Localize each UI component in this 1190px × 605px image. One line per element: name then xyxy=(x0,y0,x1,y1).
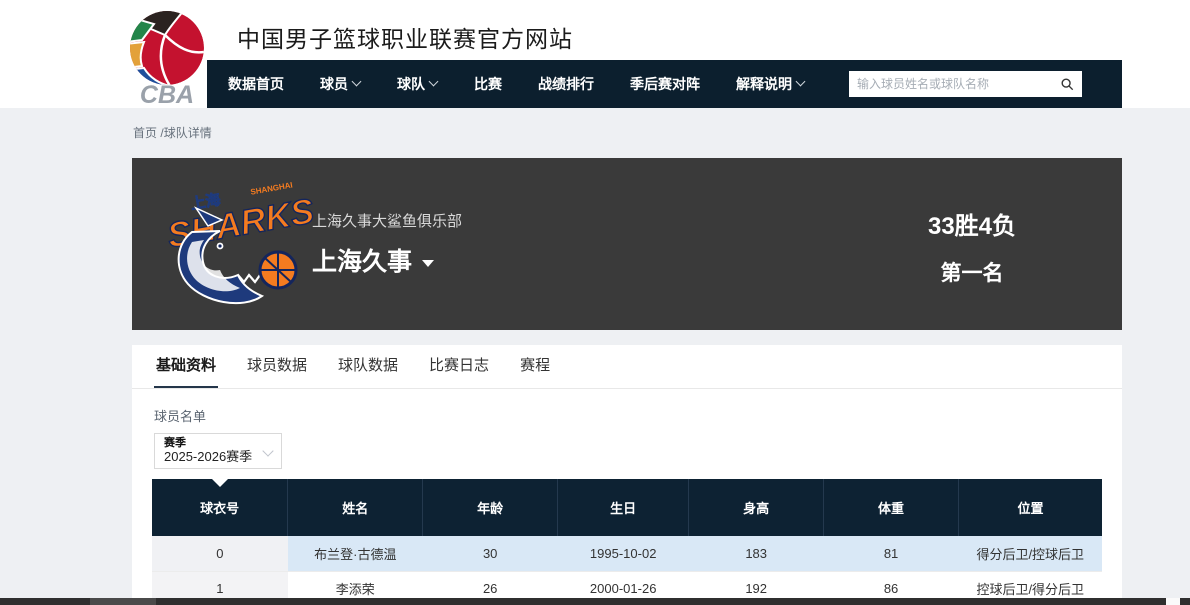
sharks-logo-en-text: SHANGHAI xyxy=(250,180,294,196)
table-row[interactable]: 0 布兰登·古德温 30 1995-10-02 183 81 得分后卫/控球后卫 xyxy=(152,536,1102,571)
horizontal-scrollbar[interactable] xyxy=(0,598,1190,605)
nav-item-teams[interactable]: 球队 xyxy=(382,74,453,94)
chevron-down-icon xyxy=(430,78,438,86)
cell-jersey: 0 xyxy=(152,536,288,571)
caret-down-icon xyxy=(422,260,434,267)
chevron-down-icon xyxy=(797,78,805,86)
breadcrumb-home[interactable]: 首页 xyxy=(133,126,157,140)
cell-age: 30 xyxy=(423,536,558,571)
col-header-birthday[interactable]: 生日 xyxy=(558,479,689,536)
nav-item-label: 数据首页 xyxy=(228,74,284,94)
tab-player-stats[interactable]: 球员数据 xyxy=(245,354,309,388)
breadcrumb-current: 球队详情 xyxy=(164,126,212,140)
season-select-label: 赛季 xyxy=(164,437,272,449)
cell-birthday: 1995-10-02 xyxy=(558,536,689,571)
sort-indicator-icon xyxy=(212,479,228,487)
nav-item-games[interactable]: 比赛 xyxy=(459,74,517,94)
nav-item-label: 季后赛对阵 xyxy=(630,74,700,94)
tab-bar: 基础资料 球员数据 球队数据 比赛日志 赛程 xyxy=(132,345,1122,389)
nav-item-label: 战绩排行 xyxy=(538,74,594,94)
cba-logo-text: CBA xyxy=(140,81,194,106)
tab-team-stats[interactable]: 球队数据 xyxy=(336,354,400,388)
nav-item-standings[interactable]: 战绩排行 xyxy=(523,74,609,94)
content-card: 基础资料 球员数据 球队数据 比赛日志 赛程 球员名单 赛季 2025-2026… xyxy=(132,345,1122,605)
roster-table-wrap: 球衣号 姓名 年龄 生日 身高 体重 位置 0 布兰登·古德温 30 1995-… xyxy=(152,479,1102,605)
site-title: 中国男子篮球职业联赛官方网站 xyxy=(237,20,573,54)
team-banner: 上海 SHANGHAI SHARKS 上海久事大鲨鱼俱乐部 上海久事 33胜4负… xyxy=(132,158,1122,330)
team-name-dropdown[interactable]: 上海久事 xyxy=(312,242,434,278)
col-header-name[interactable]: 姓名 xyxy=(288,479,423,536)
table-header-row: 球衣号 姓名 年龄 生日 身高 体重 位置 xyxy=(152,479,1102,536)
nav-item-players[interactable]: 球员 xyxy=(305,74,376,94)
col-header-jersey[interactable]: 球衣号 xyxy=(152,479,288,536)
nav-item-label: 球员 xyxy=(320,74,348,94)
tab-schedule[interactable]: 赛程 xyxy=(518,354,552,388)
cell-player-name[interactable]: 布兰登·古德温 xyxy=(288,536,423,571)
col-header-weight[interactable]: 体重 xyxy=(824,479,959,536)
tab-game-log[interactable]: 比赛日志 xyxy=(427,354,491,388)
cell-height: 183 xyxy=(689,536,824,571)
breadcrumb: 首页 /球队详情 xyxy=(133,124,212,141)
team-record: 33胜4负 xyxy=(872,206,1072,241)
main-nav: 数据首页 球员 球队 比赛 战绩排行 季后赛对阵 解释说明 xyxy=(207,60,1122,108)
team-rank: 第一名 xyxy=(872,257,1072,287)
top-header: CBA 中国男子篮球职业联赛官方网站 数据首页 球员 球队 比赛 战绩排行 季后… xyxy=(0,0,1190,108)
scrollbar-notch xyxy=(1166,598,1180,605)
nav-item-playoffs[interactable]: 季后赛对阵 xyxy=(615,74,715,94)
search-icon[interactable] xyxy=(1060,77,1074,91)
cell-weight: 81 xyxy=(824,536,959,571)
chevron-down-icon xyxy=(264,447,272,455)
cba-logo[interactable]: CBA xyxy=(128,8,206,106)
nav-item-glossary[interactable]: 解释说明 xyxy=(721,74,820,94)
tab-basic-info[interactable]: 基础资料 xyxy=(154,354,218,388)
club-full-name: 上海久事大鲨鱼俱乐部 xyxy=(312,210,462,231)
team-name-label: 上海久事 xyxy=(312,248,412,276)
chevron-down-icon xyxy=(353,78,361,86)
nav-item-label: 比赛 xyxy=(474,74,502,94)
team-record-block: 33胜4负 第一名 xyxy=(872,206,1072,287)
scrollbar-thumb[interactable] xyxy=(90,598,156,605)
search-input[interactable] xyxy=(857,77,1060,91)
sharks-team-logo: 上海 SHANGHAI SHARKS xyxy=(162,170,332,320)
season-select-value: 2025-2026赛季 xyxy=(164,449,272,465)
col-header-height[interactable]: 身高 xyxy=(689,479,824,536)
cell-position: 得分后卫/控球后卫 xyxy=(959,536,1103,571)
search-box xyxy=(849,71,1082,97)
nav-item-label: 球队 xyxy=(397,74,425,94)
roster-section-title: 球员名单 xyxy=(154,406,1100,425)
season-select[interactable]: 赛季 2025-2026赛季 xyxy=(154,433,282,469)
nav-item-data-home[interactable]: 数据首页 xyxy=(213,74,299,94)
roster-table: 球衣号 姓名 年龄 生日 身高 体重 位置 0 布兰登·古德温 30 1995-… xyxy=(152,479,1102,605)
nav-item-label: 解释说明 xyxy=(736,74,792,94)
col-header-position[interactable]: 位置 xyxy=(959,479,1103,536)
col-header-age[interactable]: 年龄 xyxy=(423,479,558,536)
